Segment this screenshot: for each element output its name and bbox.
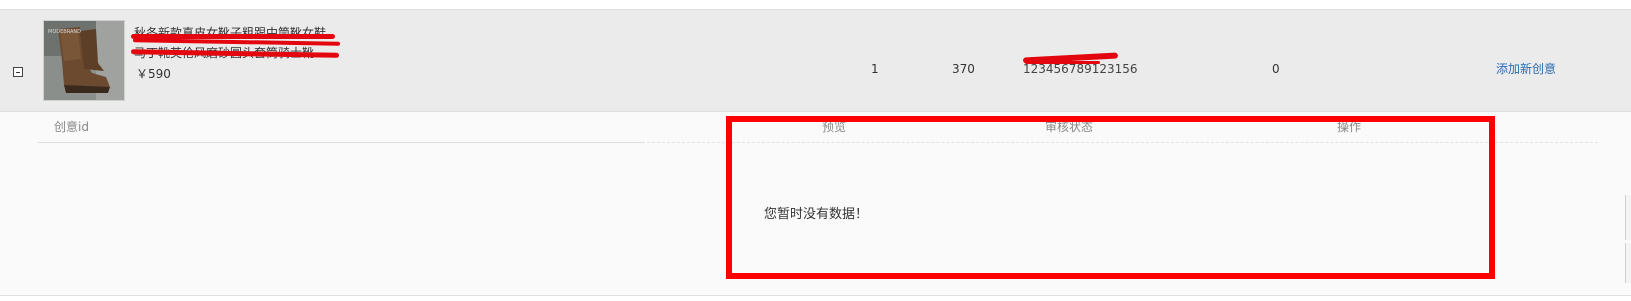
creative-count: 1 [871, 62, 879, 76]
bottom-divider [0, 295, 1631, 296]
page: MODEBRAND 秋冬新款真皮女靴子粗跟中筒靴女鞋 马丁靴英伦风磨砂圆头套筒骑… [0, 0, 1631, 301]
product-row: MODEBRAND 秋冬新款真皮女靴子粗跟中筒靴女鞋 马丁靴英伦风磨砂圆头套筒骑… [0, 10, 1631, 112]
product-price: ￥590 [136, 67, 171, 81]
header-divider-solid [38, 142, 642, 143]
bid-value: 370 [952, 62, 975, 76]
scrollbar-segment-1[interactable] [1625, 195, 1631, 240]
red-highlight-annotation [726, 116, 1495, 279]
add-creative-link[interactable]: 添加新创意 [1496, 61, 1556, 77]
svg-text:MODEBRAND: MODEBRAND [48, 29, 81, 35]
redaction-mark-5 [1025, 61, 1100, 64]
zero-value: 0 [1272, 62, 1280, 76]
product-thumbnail[interactable]: MODEBRAND [43, 20, 125, 101]
column-header-creative-id: 创意id [54, 120, 89, 134]
boot-image-icon: MODEBRAND [44, 21, 124, 100]
scrollbar-segment-2[interactable] [1625, 243, 1631, 283]
collapse-toggle-icon[interactable] [13, 67, 23, 77]
